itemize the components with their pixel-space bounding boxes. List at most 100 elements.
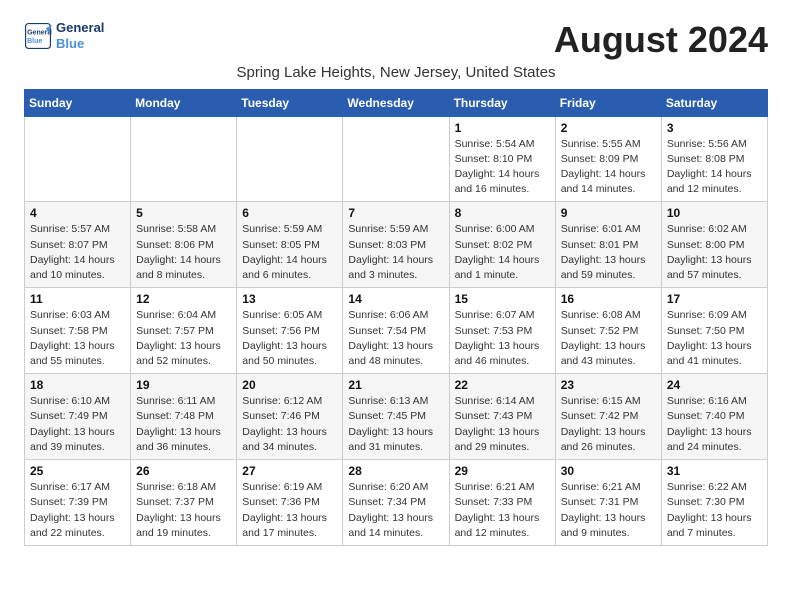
day-number: 13 — [242, 292, 337, 306]
calendar-cell: 28Sunrise: 6:20 AM Sunset: 7:34 PM Dayli… — [343, 460, 449, 546]
weekday-header-sunday: Sunday — [25, 89, 131, 116]
weekday-header-row: SundayMondayTuesdayWednesdayThursdayFrid… — [25, 89, 768, 116]
calendar-cell: 16Sunrise: 6:08 AM Sunset: 7:52 PM Dayli… — [555, 288, 661, 374]
day-number: 3 — [667, 121, 762, 135]
day-number: 12 — [136, 292, 231, 306]
calendar-week-row: 11 Sunrise: 6:03 AM Sunset: 7:58 PM Dayli… — [25, 288, 768, 374]
calendar-week-row: 1 Sunrise: 5:54 AM Sunset: 8:10 PM Daylig… — [25, 116, 768, 202]
day-info: Sunrise: 6:06 AM Sunset: 7:54 PM Dayligh… — [348, 308, 443, 369]
day-info: Sunrise: 5:54 AM Sunset: 8:10 PM Dayligh… — [455, 137, 550, 198]
calendar-cell — [131, 116, 237, 202]
day-info: Sunrise: 6:08 AM Sunset: 7:52 PM Dayligh… — [561, 308, 656, 369]
day-info: Sunrise: 6:00 AM Sunset: 8:02 PM Dayligh… — [455, 222, 550, 283]
day-info: Sunrise: 6:11 AM Sunset: 7:48 PM Dayligh… — [136, 394, 231, 455]
calendar-cell: 3 Sunrise: 5:56 AM Sunset: 8:08 PM Daylig… — [661, 116, 767, 202]
day-number: 6 — [242, 206, 337, 220]
day-info: Sunrise: 6:02 AM Sunset: 8:00 PM Dayligh… — [667, 222, 762, 283]
day-info: Sunrise: 6:21 AM Sunset: 7:33 PM Dayligh… — [455, 480, 550, 541]
logo-icon: General Blue — [24, 22, 52, 50]
calendar-week-row: 4Sunrise: 5:57 AM Sunset: 8:07 PM Daylig… — [25, 202, 768, 288]
calendar-cell: 8 Sunrise: 6:00 AM Sunset: 8:02 PM Daylig… — [449, 202, 555, 288]
day-info: Sunrise: 6:22 AM Sunset: 7:30 PM Dayligh… — [667, 480, 762, 541]
calendar-cell: 18Sunrise: 6:10 AM Sunset: 7:49 PM Dayli… — [25, 374, 131, 460]
calendar-cell: 2 Sunrise: 5:55 AM Sunset: 8:09 PM Daylig… — [555, 116, 661, 202]
day-number: 28 — [348, 464, 443, 478]
day-number: 22 — [455, 378, 550, 392]
day-info: Sunrise: 5:59 AM Sunset: 8:03 PM Dayligh… — [348, 222, 443, 283]
day-info: Sunrise: 6:13 AM Sunset: 7:45 PM Dayligh… — [348, 394, 443, 455]
day-info: Sunrise: 6:03 AM Sunset: 7:58 PM Dayligh… — [30, 308, 125, 369]
title-area: August 2024 — [554, 20, 768, 60]
calendar-cell: 5 Sunrise: 5:58 AM Sunset: 8:06 PM Daylig… — [131, 202, 237, 288]
calendar-cell: 4Sunrise: 5:57 AM Sunset: 8:07 PM Daylig… — [25, 202, 131, 288]
weekday-header-thursday: Thursday — [449, 89, 555, 116]
calendar-cell — [237, 116, 343, 202]
day-info: Sunrise: 5:56 AM Sunset: 8:08 PM Dayligh… — [667, 137, 762, 198]
day-number: 11 — [30, 292, 125, 306]
day-number: 9 — [561, 206, 656, 220]
calendar-cell: 30Sunrise: 6:21 AM Sunset: 7:31 PM Dayli… — [555, 460, 661, 546]
day-number: 4 — [30, 206, 125, 220]
day-info: Sunrise: 6:04 AM Sunset: 7:57 PM Dayligh… — [136, 308, 231, 369]
day-number: 1 — [455, 121, 550, 135]
day-info: Sunrise: 6:05 AM Sunset: 7:56 PM Dayligh… — [242, 308, 337, 369]
day-info: Sunrise: 6:07 AM Sunset: 7:53 PM Dayligh… — [455, 308, 550, 369]
calendar-cell: 19 Sunrise: 6:11 AM Sunset: 7:48 PM Dayli… — [131, 374, 237, 460]
day-info: Sunrise: 5:58 AM Sunset: 8:06 PM Dayligh… — [136, 222, 231, 283]
day-number: 17 — [667, 292, 762, 306]
calendar-cell: 6Sunrise: 5:59 AM Sunset: 8:05 PM Daylig… — [237, 202, 343, 288]
logo: General Blue General Blue — [24, 20, 104, 51]
main-title: August 2024 — [554, 20, 768, 60]
day-number: 21 — [348, 378, 443, 392]
day-info: Sunrise: 6:18 AM Sunset: 7:37 PM Dayligh… — [136, 480, 231, 541]
day-number: 7 — [348, 206, 443, 220]
day-number: 19 — [136, 378, 231, 392]
calendar-week-row: 18Sunrise: 6:10 AM Sunset: 7:49 PM Dayli… — [25, 374, 768, 460]
day-number: 8 — [455, 206, 550, 220]
day-info: Sunrise: 6:21 AM Sunset: 7:31 PM Dayligh… — [561, 480, 656, 541]
calendar-cell — [25, 116, 131, 202]
calendar-cell: 26 Sunrise: 6:18 AM Sunset: 7:37 PM Dayli… — [131, 460, 237, 546]
calendar-cell: 10Sunrise: 6:02 AM Sunset: 8:00 PM Dayli… — [661, 202, 767, 288]
day-info: Sunrise: 5:55 AM Sunset: 8:09 PM Dayligh… — [561, 137, 656, 198]
calendar-cell: 1 Sunrise: 5:54 AM Sunset: 8:10 PM Daylig… — [449, 116, 555, 202]
calendar-cell: 11 Sunrise: 6:03 AM Sunset: 7:58 PM Dayli… — [25, 288, 131, 374]
calendar-cell: 23 Sunrise: 6:15 AM Sunset: 7:42 PM Dayli… — [555, 374, 661, 460]
day-number: 20 — [242, 378, 337, 392]
day-number: 26 — [136, 464, 231, 478]
calendar-cell: 27 Sunrise: 6:19 AM Sunset: 7:36 PM Dayli… — [237, 460, 343, 546]
calendar-table: SundayMondayTuesdayWednesdayThursdayFrid… — [24, 89, 768, 546]
weekday-header-wednesday: Wednesday — [343, 89, 449, 116]
day-info: Sunrise: 6:14 AM Sunset: 7:43 PM Dayligh… — [455, 394, 550, 455]
day-info: Sunrise: 6:16 AM Sunset: 7:40 PM Dayligh… — [667, 394, 762, 455]
day-info: Sunrise: 6:01 AM Sunset: 8:01 PM Dayligh… — [561, 222, 656, 283]
calendar-cell: 21 Sunrise: 6:13 AM Sunset: 7:45 PM Dayli… — [343, 374, 449, 460]
day-info: Sunrise: 6:10 AM Sunset: 7:49 PM Dayligh… — [30, 394, 125, 455]
day-number: 23 — [561, 378, 656, 392]
calendar-cell: 9 Sunrise: 6:01 AM Sunset: 8:01 PM Daylig… — [555, 202, 661, 288]
day-info: Sunrise: 6:15 AM Sunset: 7:42 PM Dayligh… — [561, 394, 656, 455]
calendar-cell: 7 Sunrise: 5:59 AM Sunset: 8:03 PM Daylig… — [343, 202, 449, 288]
day-number: 2 — [561, 121, 656, 135]
logo-text: General Blue — [56, 20, 104, 51]
day-number: 29 — [455, 464, 550, 478]
day-number: 14 — [348, 292, 443, 306]
calendar-cell: 14 Sunrise: 6:06 AM Sunset: 7:54 PM Dayli… — [343, 288, 449, 374]
day-number: 27 — [242, 464, 337, 478]
day-info: Sunrise: 6:17 AM Sunset: 7:39 PM Dayligh… — [30, 480, 125, 541]
page-header: General Blue General Blue August 2024 — [24, 20, 768, 60]
day-number: 5 — [136, 206, 231, 220]
calendar-week-row: 25Sunrise: 6:17 AM Sunset: 7:39 PM Dayli… — [25, 460, 768, 546]
weekday-header-saturday: Saturday — [661, 89, 767, 116]
calendar-cell: 25Sunrise: 6:17 AM Sunset: 7:39 PM Dayli… — [25, 460, 131, 546]
day-number: 31 — [667, 464, 762, 478]
calendar-cell: 12 Sunrise: 6:04 AM Sunset: 7:57 PM Dayli… — [131, 288, 237, 374]
calendar-cell: 22 Sunrise: 6:14 AM Sunset: 7:43 PM Dayli… — [449, 374, 555, 460]
calendar-cell: 13 Sunrise: 6:05 AM Sunset: 7:56 PM Dayli… — [237, 288, 343, 374]
weekday-header-monday: Monday — [131, 89, 237, 116]
subtitle: Spring Lake Heights, New Jersey, United … — [24, 64, 768, 81]
day-info: Sunrise: 6:09 AM Sunset: 7:50 PM Dayligh… — [667, 308, 762, 369]
day-info: Sunrise: 6:19 AM Sunset: 7:36 PM Dayligh… — [242, 480, 337, 541]
day-number: 15 — [455, 292, 550, 306]
day-number: 24 — [667, 378, 762, 392]
